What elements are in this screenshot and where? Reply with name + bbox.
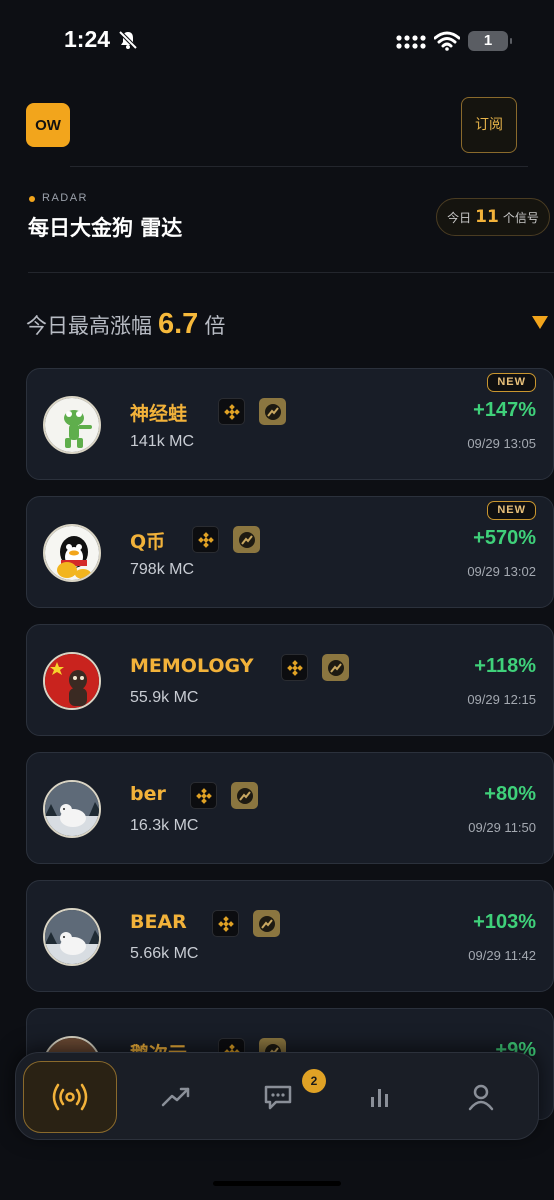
chat-bubble-icon	[264, 1085, 292, 1110]
radar-label: RADAR	[42, 192, 89, 204]
token-name: ber	[130, 783, 166, 805]
new-badge: NEW	[487, 373, 536, 392]
polar-bear-avatar	[43, 908, 101, 966]
token-card[interactable]: 神经蛙 NEW +147% 141k MC 09/29 13:05	[26, 368, 554, 480]
gain-value: 6.7	[158, 308, 199, 340]
timestamp: 09/29 11:42	[468, 948, 536, 963]
token-card[interactable]: BEAR +103% 5.66k MC 09/29 11:42	[26, 880, 554, 992]
red-flag-avatar	[43, 652, 101, 710]
collapse-triangle-icon[interactable]	[532, 316, 548, 329]
signal-count-pill: 今日 11 个信号	[436, 198, 550, 236]
bar-chart-icon	[371, 1089, 388, 1107]
token-card[interactable]: ber +80% 16.3k MC 09/29 11:50	[26, 752, 554, 864]
radar-dot-icon	[29, 196, 35, 202]
tab-stats[interactable]	[333, 1061, 427, 1133]
bottom-tab-bar: 2	[15, 1052, 539, 1140]
binance-chip-icon[interactable]	[212, 910, 239, 937]
price-change: +103%	[473, 911, 536, 933]
signal-suffix: 个信号	[502, 210, 539, 225]
subscribe-button[interactable]: 订阅	[461, 97, 517, 153]
polar-bear-avatar	[43, 780, 101, 838]
market-cap: 55.9k MC	[130, 689, 199, 706]
max-gain-summary: 今日最高涨幅 6.7 倍	[26, 308, 225, 341]
tab-radar[interactable]	[23, 1061, 117, 1133]
timestamp: 09/29 12:15	[467, 692, 536, 707]
divider	[28, 272, 554, 273]
user-icon	[468, 1084, 494, 1111]
home-indicator	[213, 1181, 341, 1186]
frog-avatar	[43, 396, 101, 454]
timestamp: 09/29 13:05	[467, 436, 536, 451]
signal-count: 11	[475, 207, 499, 227]
status-bar: 1:24 1	[0, 0, 554, 82]
market-cap: 141k MC	[130, 433, 195, 450]
timestamp: 09/29 11:50	[468, 820, 536, 835]
price-change: +80%	[484, 783, 536, 805]
binance-chip-icon[interactable]	[192, 526, 219, 553]
price-change: +147%	[473, 399, 536, 421]
chart-chip-icon[interactable]	[231, 782, 258, 809]
tab-profile[interactable]	[434, 1061, 528, 1133]
cellular-signal-icon	[396, 35, 426, 49]
wifi-icon	[434, 31, 460, 51]
radar-broadcast-icon	[52, 1083, 88, 1111]
token-card[interactable]: MEMOLOGY +118% 55.9k MC 09/29 12:15	[26, 624, 554, 736]
gain-prefix: 今日最高涨幅	[26, 314, 152, 338]
token-name: BEAR	[130, 911, 187, 933]
token-card[interactable]: Q币 NEW +570% 798k MC 09/29 13:02	[26, 496, 554, 608]
binance-chip-icon[interactable]	[190, 782, 217, 809]
market-cap: 16.3k MC	[130, 817, 199, 834]
tab-trends[interactable]	[129, 1061, 223, 1133]
binance-chip-icon[interactable]	[281, 654, 308, 681]
token-name: Q币	[130, 531, 166, 553]
status-time: 1:24	[64, 26, 111, 52]
bell-muted-icon	[118, 30, 138, 50]
trend-up-icon	[161, 1087, 190, 1107]
price-change: +570%	[473, 527, 536, 549]
penguin-avatar	[43, 524, 101, 582]
message-count-badge: 2	[302, 1069, 326, 1093]
market-cap: 798k MC	[130, 561, 195, 578]
timestamp: 09/29 13:02	[467, 564, 536, 579]
binance-chip-icon[interactable]	[218, 398, 245, 425]
token-name: MEMOLOGY	[130, 655, 254, 677]
battery-indicator: 1	[468, 31, 512, 51]
token-name: 神经蛙	[130, 403, 188, 425]
market-cap: 5.66k MC	[130, 945, 199, 962]
page-title: 每日大金狗 雷达	[28, 216, 183, 240]
new-badge: NEW	[487, 501, 536, 520]
app-logo[interactable]: OW	[26, 103, 70, 147]
signal-prefix: 今日	[447, 210, 472, 225]
divider	[70, 166, 528, 167]
chart-chip-icon[interactable]	[322, 654, 349, 681]
gain-suffix: 倍	[204, 314, 226, 338]
chart-chip-icon[interactable]	[253, 910, 280, 937]
chart-chip-icon[interactable]	[259, 398, 286, 425]
chart-chip-icon[interactable]	[233, 526, 260, 553]
price-change: +118%	[474, 655, 536, 677]
